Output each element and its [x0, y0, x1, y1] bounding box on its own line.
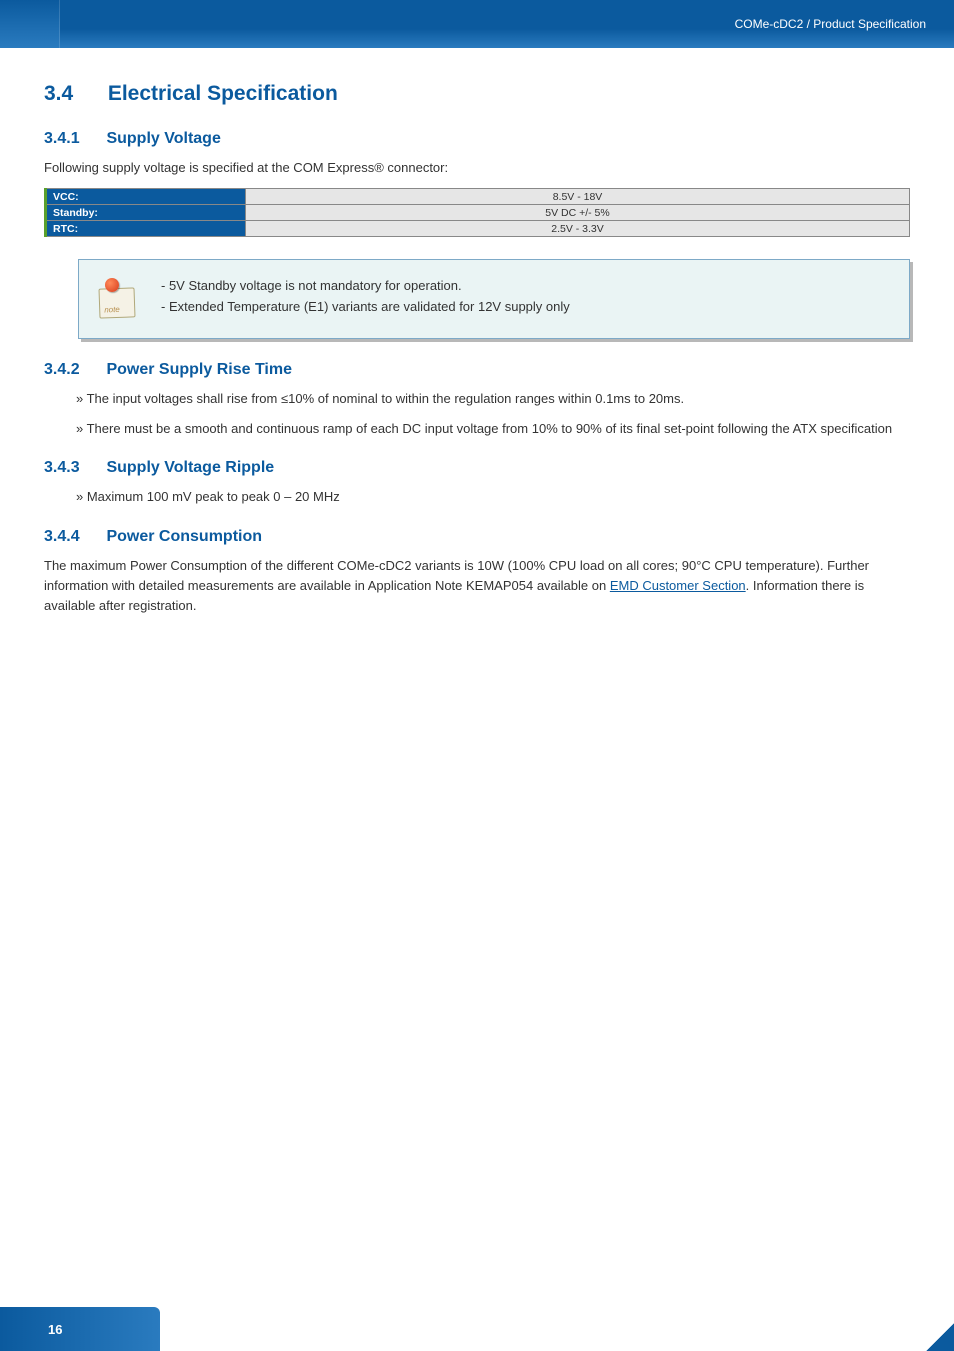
heading-3-4-1: 3.4.1 Supply Voltage: [44, 130, 910, 148]
page-header: COMe-cDC2 / Product Specification: [0, 0, 954, 48]
note-line: - Extended Temperature (E1) variants are…: [161, 297, 570, 318]
row-value: 5V DC +/- 5%: [246, 205, 910, 221]
page-footer: 16: [0, 1307, 954, 1351]
heading-number: 3.4.1: [44, 130, 102, 148]
heading-title: Electrical Specification: [108, 82, 338, 105]
note-text: - 5V Standby voltage is not mandatory fo…: [161, 276, 570, 318]
paragraph-text: » There must be a smooth and continuous …: [76, 421, 892, 436]
row-label: Standby:: [46, 205, 246, 221]
section-3-4-4: 3.4.4 Power Consumption The maximum Powe…: [44, 528, 910, 616]
heading-3-4-4: 3.4.4 Power Consumption: [44, 528, 910, 546]
page-body: 3.4 Electrical Specification 3.4.1 Suppl…: [0, 48, 954, 616]
bullet-paragraph: » Maximum 100 mV peak to peak 0 – 20 MHz: [76, 487, 910, 507]
section-3-4: 3.4 Electrical Specification: [44, 82, 910, 106]
supply-voltage-table: VCC: 8.5V - 18V Standby: 5V DC +/- 5% RT…: [44, 188, 910, 237]
row-label: RTC:: [46, 221, 246, 237]
table-row: VCC: 8.5V - 18V: [46, 189, 910, 205]
row-value: 8.5V - 18V: [246, 189, 910, 205]
table-row: Standby: 5V DC +/- 5%: [46, 205, 910, 221]
heading-title: Supply Voltage: [106, 130, 220, 147]
note-pin-icon: [97, 280, 139, 322]
table-row: RTC: 2.5V - 3.3V: [46, 221, 910, 237]
page-number-block: 16: [0, 1307, 160, 1351]
footer-corner-accent: [926, 1323, 954, 1351]
note-line: - 5V Standby voltage is not mandatory fo…: [161, 276, 570, 297]
heading-number: 3.4.4: [44, 528, 102, 546]
heading-3-4-3: 3.4.3 Supply Voltage Ripple: [44, 459, 910, 477]
heading-3-4: 3.4 Electrical Specification: [44, 82, 910, 106]
heading-3-4-2: 3.4.2 Power Supply Rise Time: [44, 361, 910, 379]
intro-paragraph: Following supply voltage is specified at…: [44, 158, 910, 178]
heading-title: Power Supply Rise Time: [106, 361, 292, 378]
page-number: 16: [48, 1322, 62, 1337]
row-value: 2.5V - 3.3V: [246, 221, 910, 237]
section-3-4-3: 3.4.3 Supply Voltage Ripple » Maximum 10…: [44, 459, 910, 507]
section-3-4-1: 3.4.1 Supply Voltage Following supply vo…: [44, 130, 910, 339]
header-left-accent: [0, 0, 60, 48]
paragraph: The maximum Power Consumption of the dif…: [44, 556, 910, 616]
row-label: VCC:: [46, 189, 246, 205]
breadcrumb: COMe-cDC2 / Product Specification: [735, 17, 926, 31]
emd-customer-section-link[interactable]: EMD Customer Section: [610, 578, 746, 593]
heading-number: 3.4.2: [44, 361, 102, 379]
heading-title: Supply Voltage Ripple: [106, 459, 274, 476]
bullet-paragraph: » There must be a smooth and continuous …: [76, 419, 910, 439]
note-callout: - 5V Standby voltage is not mandatory fo…: [78, 259, 910, 339]
heading-number: 3.4.3: [44, 459, 102, 477]
heading-title: Power Consumption: [106, 528, 262, 545]
heading-number: 3.4: [44, 82, 102, 106]
section-3-4-2: 3.4.2 Power Supply Rise Time » The input…: [44, 361, 910, 439]
bullet-paragraph: » The input voltages shall rise from ≤10…: [76, 389, 910, 409]
